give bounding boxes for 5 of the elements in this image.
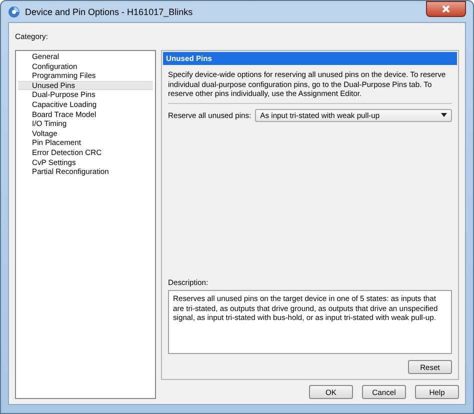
window-title: Device and Pin Options - H161017_Blinks — [25, 6, 193, 16]
caret-icon — [441, 113, 447, 118]
close-button[interactable] — [426, 1, 466, 17]
close-icon — [442, 5, 450, 13]
app-icon — [8, 6, 20, 18]
